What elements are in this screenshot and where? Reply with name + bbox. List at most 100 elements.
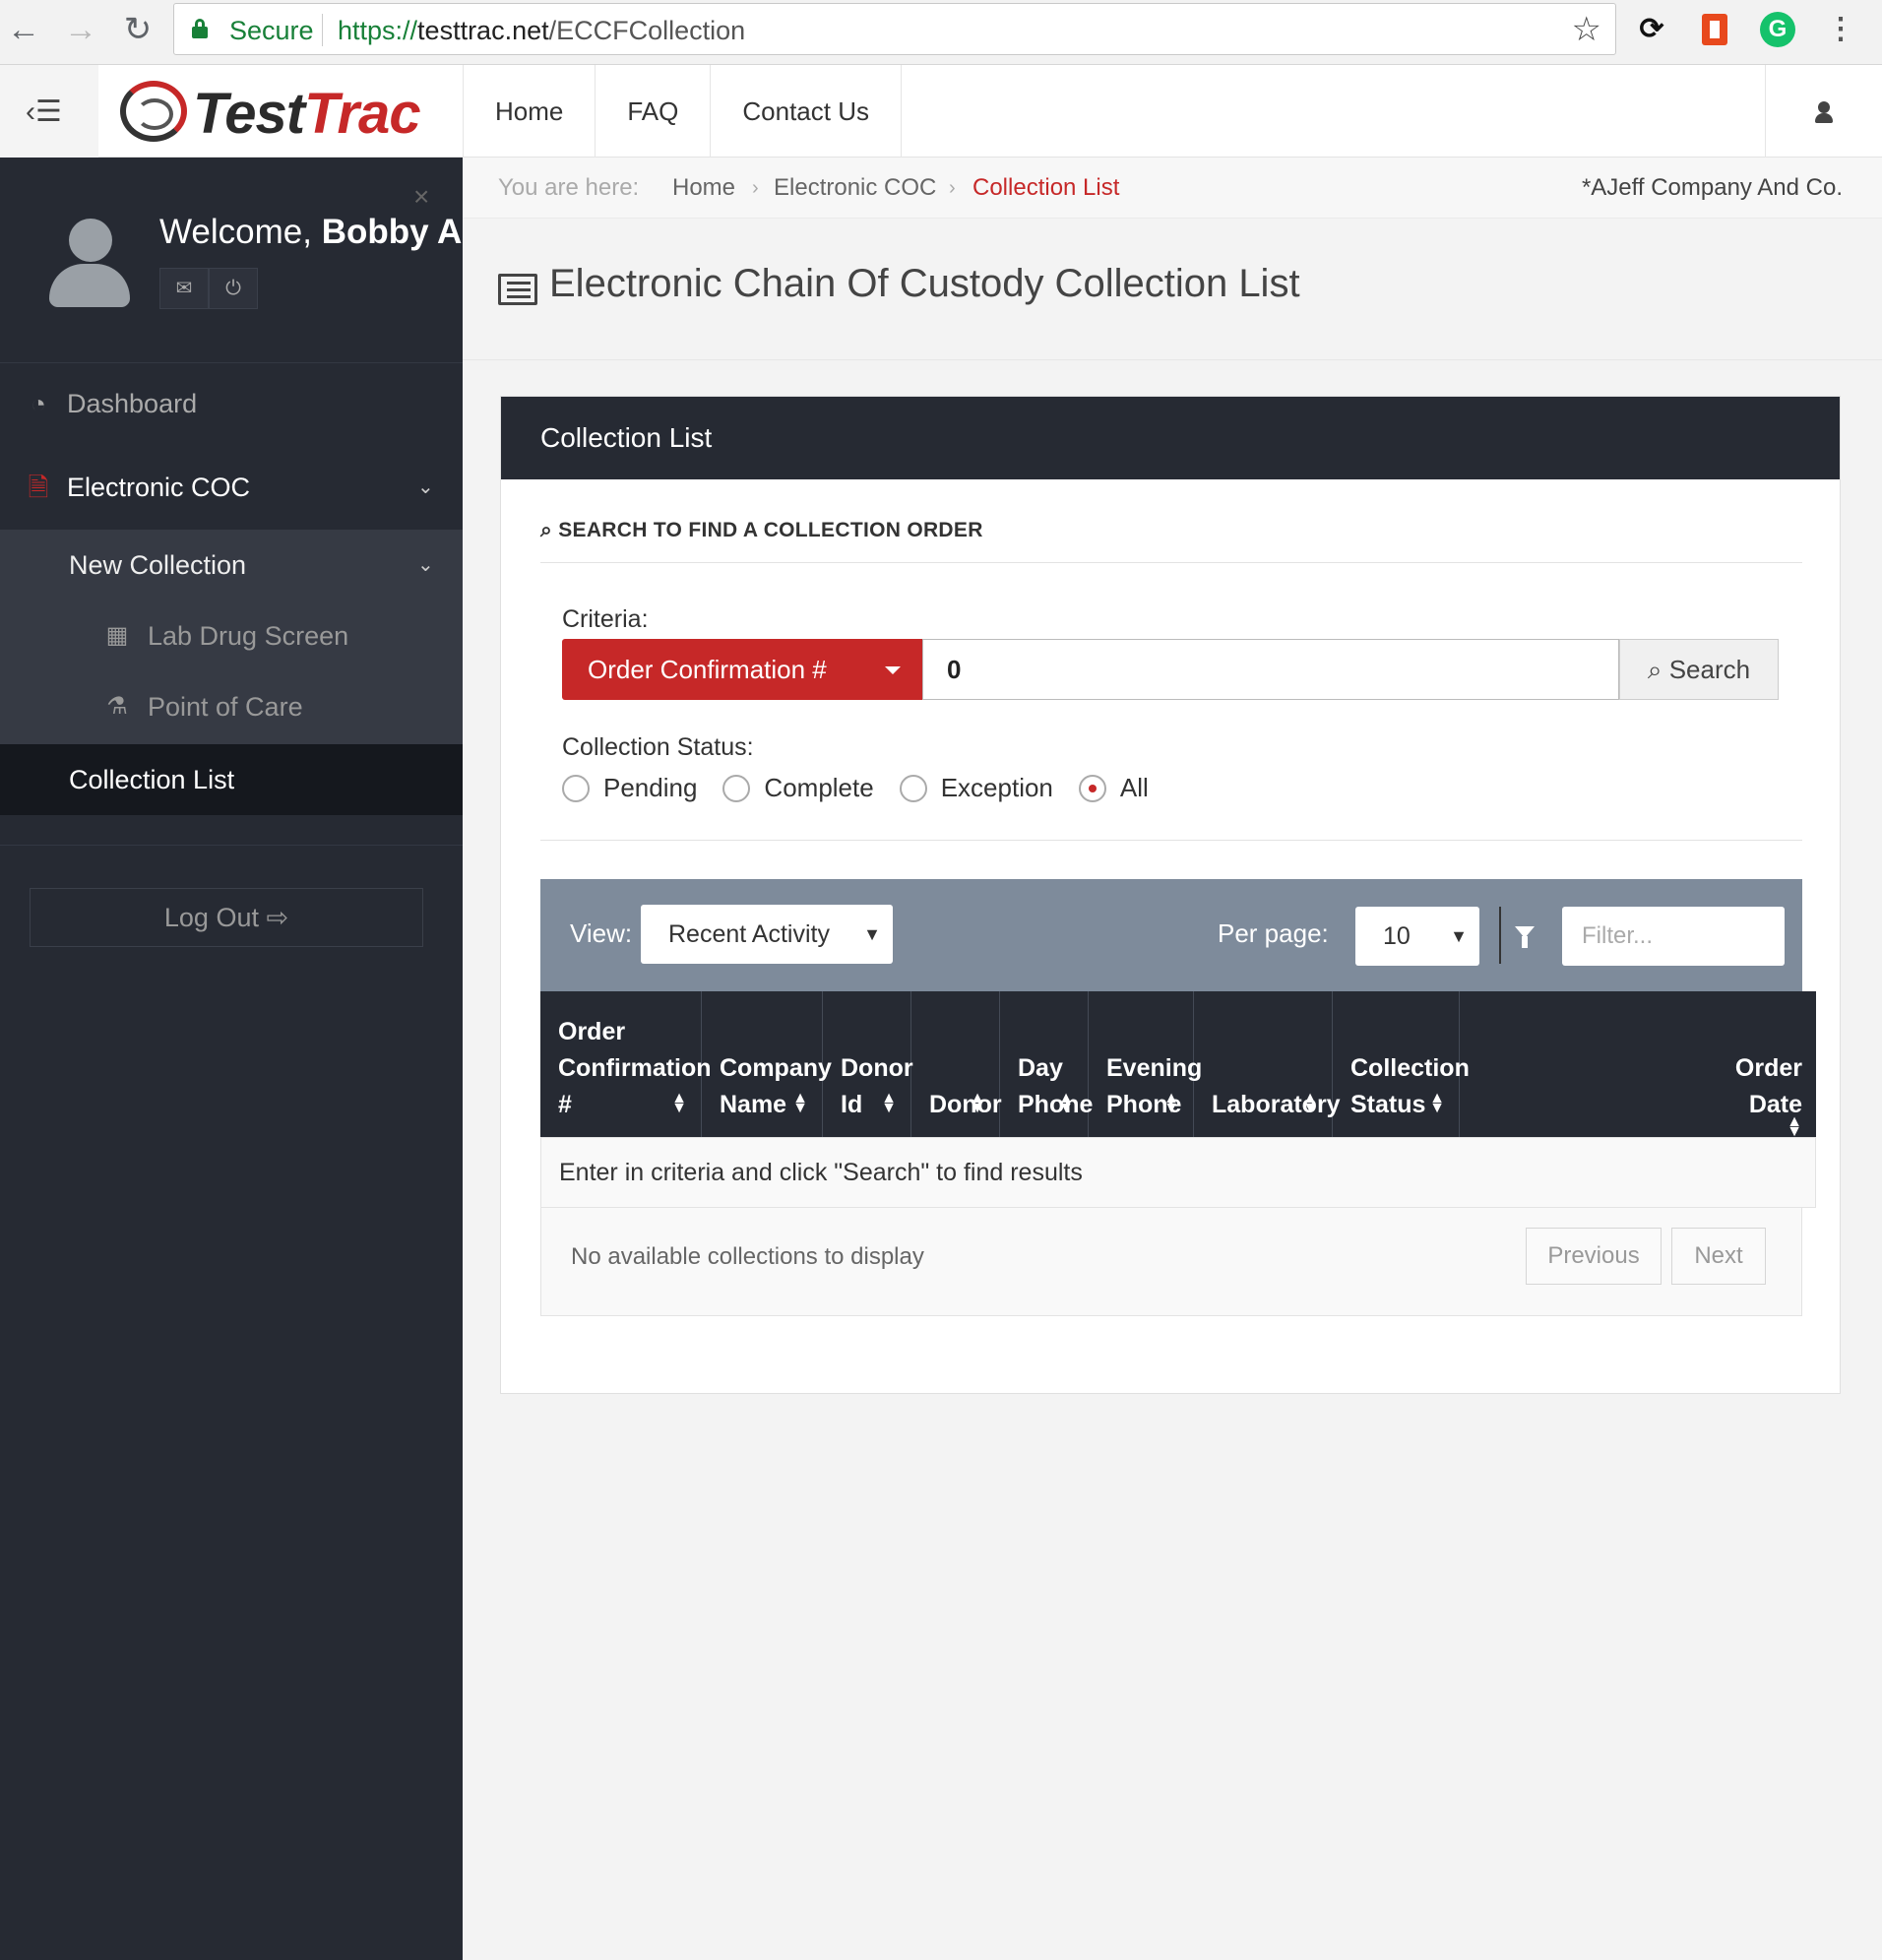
column-day-phone[interactable]: Day Phone ▲ ▼ bbox=[1000, 991, 1093, 1137]
caret-down-icon: ▼ bbox=[863, 924, 881, 944]
app-header: ‹☰ TestTrac Home FAQ Contact Us bbox=[0, 65, 1882, 158]
sort-icon: ▲ ▼ bbox=[1058, 1090, 1074, 1116]
welcome-text: Welcome, Bobby A bbox=[159, 213, 463, 251]
secure-label: Secure bbox=[229, 16, 314, 45]
page-header: Electronic Chain Of Custody Collection L… bbox=[463, 219, 1882, 360]
user-name: Bobby A bbox=[321, 213, 463, 251]
envelope-icon[interactable]: ✉ bbox=[159, 268, 209, 309]
document-icon: 🗎 bbox=[28, 473, 49, 502]
list-icon bbox=[498, 274, 537, 305]
search-heading: ⌕ SEARCH TO FIND A COLLECTION ORDER bbox=[540, 519, 983, 541]
sort-icon: ▲ ▼ bbox=[1429, 1090, 1445, 1116]
chevron-right-icon: › bbox=[949, 177, 956, 199]
logout-button[interactable]: Log Out ⇨ bbox=[30, 888, 423, 947]
column-donor[interactable]: Donor ▲ ▼ bbox=[911, 991, 1002, 1137]
breadcrumb: You are here: Home › Electronic COC › Co… bbox=[463, 158, 1882, 219]
panel-title: Collection List bbox=[501, 397, 1840, 479]
column-evening-phone[interactable]: Evening Phone ▲ ▼ bbox=[1089, 991, 1202, 1137]
column-collection-status[interactable]: Collection Status ▲ ▼ bbox=[1333, 991, 1470, 1137]
sort-icon: ▲ ▼ bbox=[1302, 1090, 1318, 1116]
search-button[interactable]: ⌕ Search bbox=[1619, 639, 1779, 700]
dashboard-icon: ◔ bbox=[31, 389, 46, 418]
caret-down-icon: ▼ bbox=[1450, 926, 1468, 946]
nav-home[interactable]: Home bbox=[464, 65, 596, 158]
sidebar-toggle-button[interactable]: ‹☰ bbox=[0, 65, 98, 158]
filter-icon bbox=[1515, 926, 1535, 948]
collection-list-panel: Collection List ⌕ SEARCH TO FIND A COLLE… bbox=[500, 396, 1841, 1394]
grid-toolbar: View: Recent Activity ▼ Per page: 10 ▼ F… bbox=[540, 879, 1802, 991]
criteria-input[interactable]: 0 bbox=[922, 639, 1619, 700]
flask-icon: ⚗ bbox=[106, 693, 128, 720]
column-laboratory[interactable]: Laboratory ▲ ▼ bbox=[1194, 991, 1341, 1137]
previous-button[interactable]: Previous bbox=[1526, 1228, 1662, 1285]
office-extension-icon[interactable] bbox=[1697, 12, 1732, 47]
sidebar-item-dashboard[interactable]: ◔ Dashboard bbox=[0, 364, 463, 443]
sort-icon: ▲ ▼ bbox=[792, 1090, 808, 1116]
sidebar: × Welcome, Bobby A ✉ ⏻ ◔ Dashboard 🗎 Ele… bbox=[0, 158, 463, 1960]
top-nav: Home FAQ Contact Us bbox=[463, 65, 902, 158]
radio-all[interactable]: All bbox=[1078, 773, 1149, 803]
building-icon: ▦ bbox=[105, 622, 129, 649]
breadcrumb-home[interactable]: Home bbox=[672, 158, 735, 219]
table-footer: No available collections to display Prev… bbox=[540, 1208, 1802, 1316]
sidebar-item-collection-list[interactable]: Collection List bbox=[0, 744, 463, 815]
next-button[interactable]: Next bbox=[1671, 1228, 1766, 1285]
column-company-name[interactable]: Company Name ▲ ▼ bbox=[702, 991, 832, 1137]
column-order-confirmation[interactable]: Order Confirmation # ▲ ▼ bbox=[540, 991, 712, 1137]
chevron-right-icon: › bbox=[752, 177, 759, 199]
search-icon: ⌕ bbox=[1647, 655, 1669, 684]
menu-toggle-icon: ‹☰ bbox=[26, 95, 62, 128]
lock-icon bbox=[192, 19, 208, 38]
main-content: You are here: Home › Electronic COC › Co… bbox=[463, 158, 1882, 1960]
per-page-select[interactable]: 10 ▼ bbox=[1355, 907, 1479, 966]
url-text: https://testtrac.net/ECCFCollection bbox=[338, 16, 746, 45]
caret-down-icon bbox=[885, 666, 901, 674]
radio-pending[interactable]: Pending bbox=[562, 773, 697, 803]
browser-toolbar: ← → ↻ Secure https://testtrac.net/ECCFCo… bbox=[0, 0, 1882, 65]
sort-icon: ▲ ▼ bbox=[1163, 1090, 1179, 1116]
chevron-down-icon: ⌄ bbox=[417, 554, 434, 576]
column-order-date[interactable]: Order Date ▲ ▼ bbox=[1460, 991, 1816, 1140]
radio-exception[interactable]: Exception bbox=[899, 773, 1053, 803]
back-arrow-icon[interactable]: ← bbox=[4, 10, 43, 49]
criteria-label: Criteria: bbox=[562, 605, 649, 633]
page-title: Electronic Chain Of Custody Collection L… bbox=[549, 262, 1300, 305]
reload-icon[interactable]: ↻ bbox=[118, 10, 157, 49]
address-bar[interactable]: Secure https://testtrac.net/ECCFCollecti… bbox=[173, 3, 1616, 55]
chevron-down-icon: ⌄ bbox=[417, 476, 434, 498]
power-icon[interactable]: ⏻ bbox=[209, 268, 258, 309]
sort-icon: ▲ ▼ bbox=[881, 1090, 897, 1116]
column-donor-id[interactable]: Donor Id ▲ ▼ bbox=[823, 991, 913, 1137]
close-icon[interactable]: × bbox=[413, 181, 429, 213]
breadcrumb-electronic-coc[interactable]: Electronic COC bbox=[774, 158, 936, 219]
table-empty-row: Enter in criteria and click "Search" to … bbox=[540, 1137, 1816, 1208]
per-page-label: Per page: bbox=[1218, 918, 1329, 948]
sort-icon: ▲ ▼ bbox=[1787, 1113, 1802, 1140]
avatar bbox=[49, 219, 130, 307]
browser-menu-icon[interactable]: ⋮ bbox=[1823, 12, 1858, 47]
view-select[interactable]: Recent Activity ▼ bbox=[641, 905, 893, 964]
sort-icon: ▲ ▼ bbox=[671, 1090, 687, 1116]
sidebar-item-electronic-coc[interactable]: 🗎 Electronic COC ⌄ bbox=[0, 448, 463, 527]
sync-extension-icon[interactable]: ⟳ bbox=[1634, 12, 1669, 47]
grammarly-extension-icon[interactable]: G bbox=[1760, 12, 1795, 47]
forward-arrow-icon[interactable]: → bbox=[61, 10, 100, 49]
radio-complete[interactable]: Complete bbox=[722, 773, 874, 803]
testtrac-logo[interactable]: TestTrac bbox=[116, 75, 421, 148]
sidebar-item-lab-drug-screen[interactable]: ▦ Lab Drug Screen bbox=[0, 601, 463, 671]
filter-input[interactable]: Filter... bbox=[1562, 907, 1785, 966]
sort-icon: ▲ ▼ bbox=[970, 1090, 985, 1116]
view-label: View: bbox=[570, 918, 633, 948]
nav-faq[interactable]: FAQ bbox=[596, 65, 712, 158]
bookmark-star-icon[interactable]: ☆ bbox=[1572, 10, 1601, 49]
sidebar-item-point-of-care[interactable]: ⚗ Point of Care bbox=[0, 671, 463, 742]
no-results-text: No available collections to display bbox=[571, 1243, 924, 1270]
collection-status-radios: Pending Complete Exception All bbox=[562, 773, 1174, 803]
user-menu-icon[interactable] bbox=[1765, 65, 1882, 158]
criteria-dropdown[interactable]: Order Confirmation # bbox=[562, 639, 922, 700]
collection-status-label: Collection Status: bbox=[562, 733, 754, 761]
breadcrumb-collection-list: Collection List bbox=[972, 174, 1120, 201]
table-header: Order Confirmation # ▲ ▼ Company Name ▲ ▼ Do… bbox=[540, 991, 1816, 1140]
nav-contact-us[interactable]: Contact Us bbox=[711, 65, 902, 158]
sidebar-item-new-collection[interactable]: New Collection ⌄ bbox=[0, 530, 463, 601]
